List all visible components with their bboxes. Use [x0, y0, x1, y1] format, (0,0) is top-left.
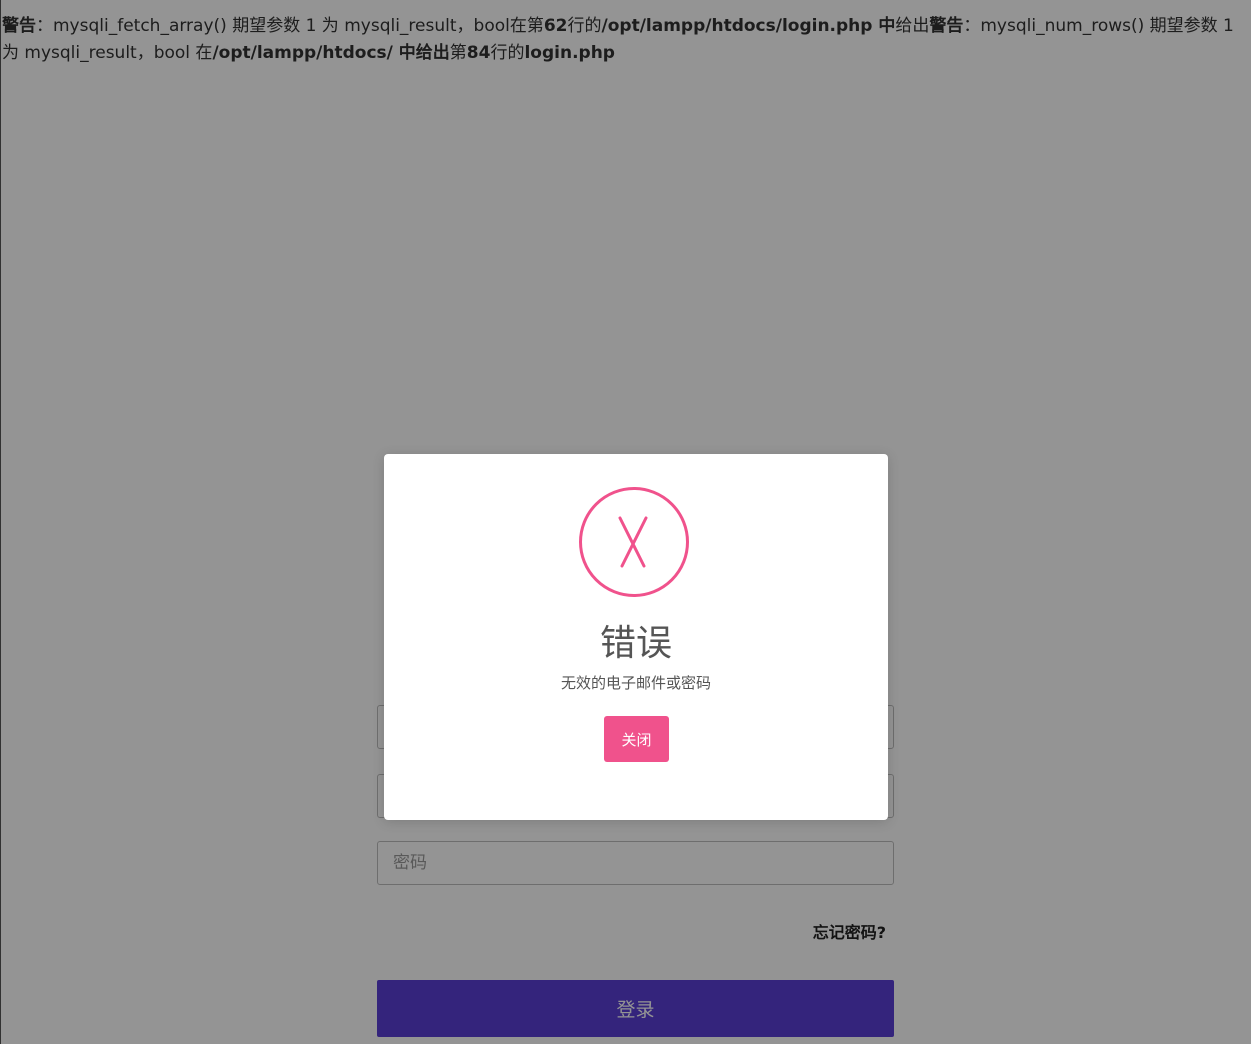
dialog-title: 错误 [599, 623, 672, 664]
close-button[interactable]: 关闭 [604, 716, 669, 762]
error-dialog: 错误 无效的电子邮件或密码 关闭 [384, 454, 888, 820]
close-x-icon [579, 487, 689, 597]
dialog-message: 无效的电子邮件或密码 [560, 674, 711, 692]
